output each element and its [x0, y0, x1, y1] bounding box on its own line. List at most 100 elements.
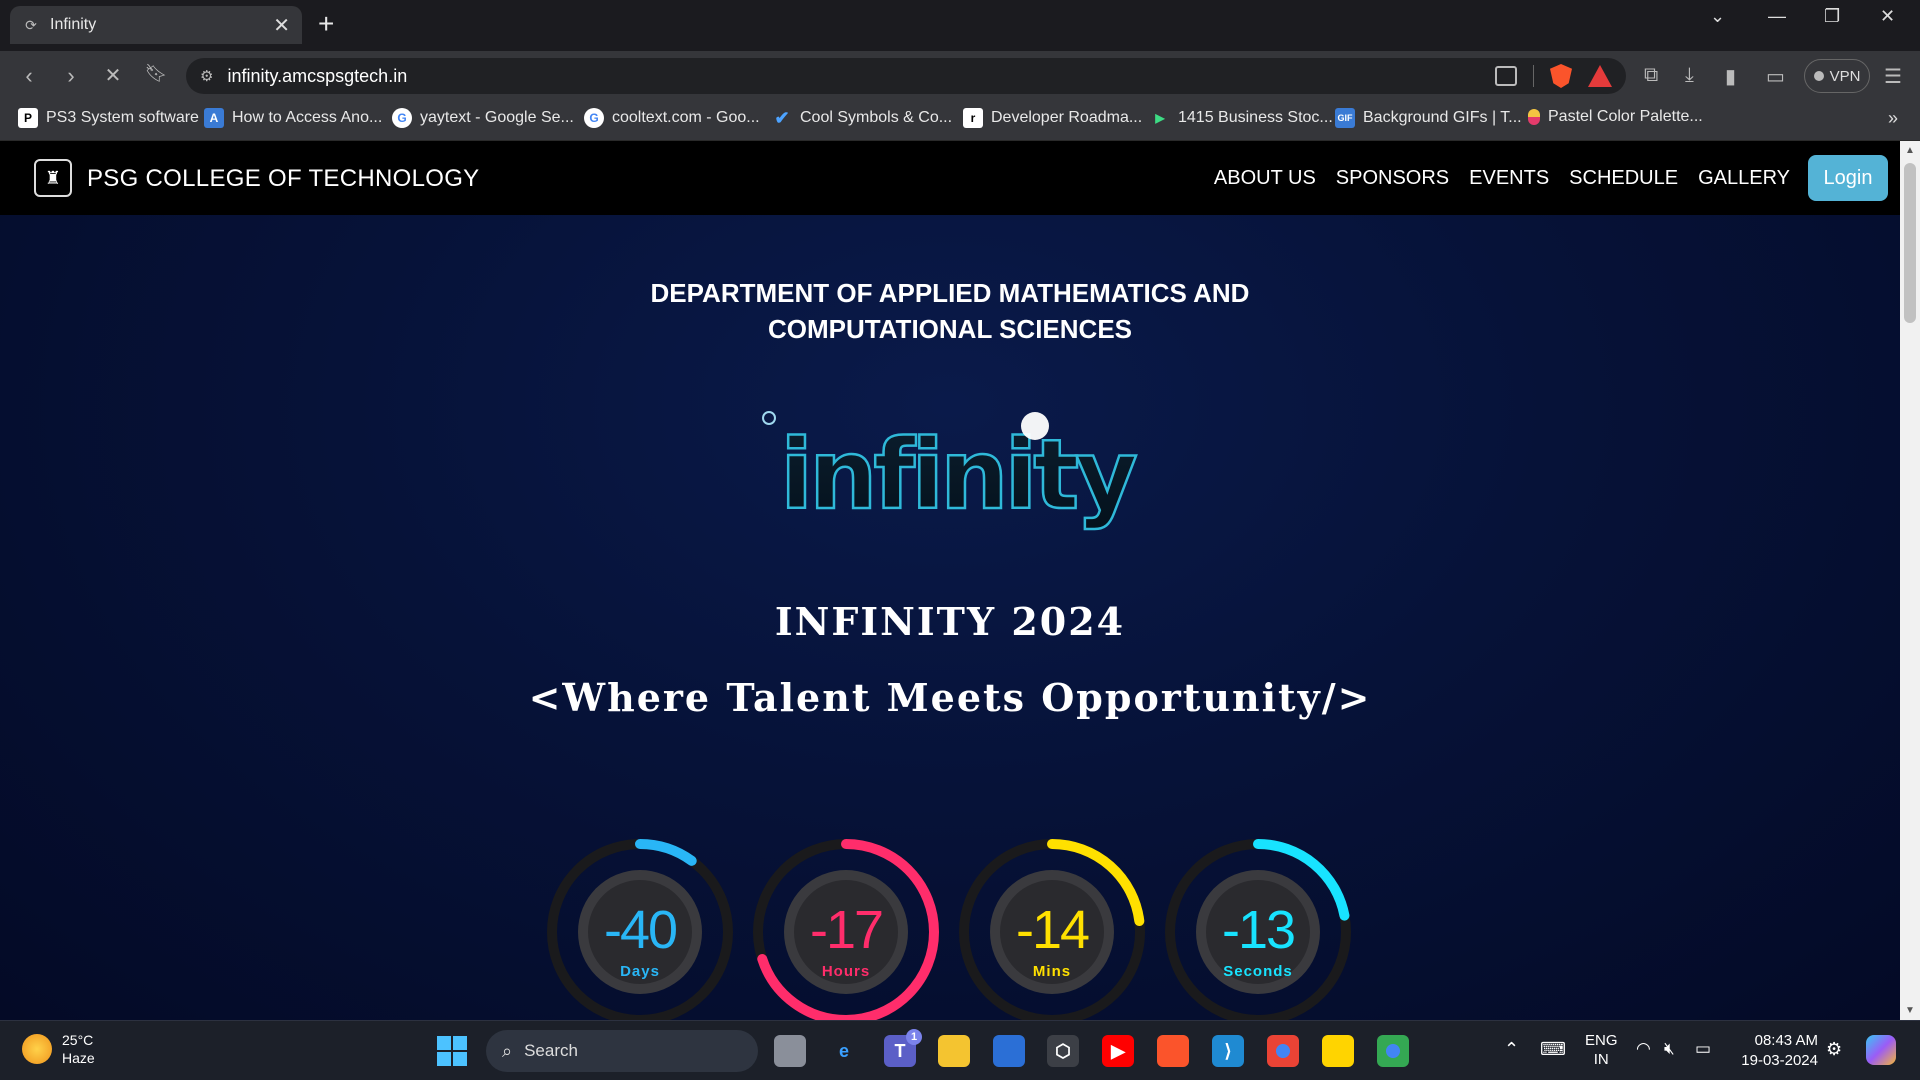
- countdown-unit: Days: [620, 963, 660, 980]
- nav-about-us[interactable]: ABOUT US: [1214, 167, 1316, 190]
- bookmark-item[interactable]: Gyaytext - Google Se...: [392, 108, 574, 128]
- nav-events[interactable]: EVENTS: [1469, 167, 1549, 190]
- taskbar-search[interactable]: ⌕ Search: [486, 1030, 758, 1072]
- sidebar-icon[interactable]: ▮: [1725, 64, 1736, 89]
- college-name[interactable]: PSG COLLEGE OF TECHNOLOGY: [87, 165, 479, 193]
- restore-icon[interactable]: ❐: [1824, 6, 1840, 27]
- chrome-icon[interactable]: [1267, 1035, 1299, 1067]
- edge-icon[interactable]: e: [828, 1035, 860, 1067]
- bookmark-item[interactable]: ▶ 1415 Business Stoc...: [1150, 108, 1332, 128]
- google-icon: G: [392, 108, 412, 128]
- bookmark-item[interactable]: Pastel Color Palette...: [1528, 108, 1703, 126]
- countdown-value: -13: [1221, 900, 1296, 960]
- site-header: ♜ PSG COLLEGE OF TECHNOLOGY ABOUT US SPO…: [0, 141, 1900, 215]
- close-tab-icon[interactable]: ✕: [273, 13, 290, 38]
- language-indicator[interactable]: ENG IN: [1585, 1031, 1618, 1069]
- bookmark-item[interactable]: Gcooltext.com - Goo...: [584, 108, 760, 128]
- bookmark-item[interactable]: ✔ Cool Symbols & Co...: [772, 108, 952, 128]
- event-title: INFINITY 2024: [774, 599, 1126, 644]
- app-icon[interactable]: ⬡: [1047, 1035, 1079, 1067]
- infinity-logo: infinity: [762, 411, 1141, 532]
- site-menu: ABOUT US SPONSORS EVENTS SCHEDULE GALLER…: [1194, 141, 1900, 215]
- check-icon: ✔: [774, 107, 790, 128]
- countdown-days: -40 Days: [545, 837, 735, 1020]
- file-explorer-icon[interactable]: [938, 1035, 970, 1067]
- scroll-down-icon[interactable]: ▼: [1900, 1005, 1920, 1016]
- tab-search-icon[interactable]: ⌄: [1710, 6, 1725, 27]
- playstation-icon: P: [18, 108, 38, 128]
- bookmark-item[interactable]: P PS3 System software: [18, 108, 199, 128]
- bookmark-icon[interactable]: 🔖︎: [143, 63, 169, 84]
- logo-text: infinity: [780, 419, 1136, 531]
- more-bookmarks-icon[interactable]: »: [1888, 108, 1898, 129]
- back-icon[interactable]: ‹: [16, 63, 42, 89]
- microsoft-store-icon[interactable]: [993, 1035, 1025, 1067]
- vpn-button[interactable]: VPN: [1804, 59, 1870, 93]
- countdown-unit: Mins: [1032, 963, 1072, 980]
- sticky-notes-icon[interactable]: [1322, 1035, 1354, 1067]
- nav-schedule[interactable]: SCHEDULE: [1569, 167, 1678, 190]
- nav-gallery[interactable]: GALLERY: [1698, 167, 1790, 190]
- department-line-1: DEPARTMENT OF APPLIED MATHEMATICS AND: [650, 278, 1250, 308]
- nav-sponsors[interactable]: SPONSORS: [1336, 167, 1449, 190]
- brave-shields-icon[interactable]: [1550, 64, 1572, 88]
- brave-browser-icon[interactable]: [1157, 1035, 1189, 1067]
- system-clock[interactable]: 08:43 AM 19-03-2024: [1738, 1031, 1818, 1071]
- temperature: 25°C: [62, 1032, 94, 1048]
- chrome-icon[interactable]: [1377, 1035, 1409, 1067]
- stop-loading-icon[interactable]: ✕: [100, 63, 126, 88]
- show-hidden-icons[interactable]: ⌃: [1504, 1039, 1519, 1060]
- copilot-icon[interactable]: [1866, 1035, 1896, 1065]
- department-line-2: COMPUTATIONAL SCIENCES: [767, 314, 1132, 344]
- download-icon[interactable]: ⤓: [1685, 64, 1694, 87]
- browser-tab[interactable]: ⟳ Infinity ✕: [10, 6, 302, 44]
- brave-rewards-icon[interactable]: [1588, 65, 1612, 87]
- page-scrollbar[interactable]: ▲ ▼: [1900, 141, 1920, 1020]
- countdown-unit: Hours: [821, 963, 871, 980]
- browser-tab-bar: ⟳ Infinity ✕ + ⌄ — ❐ ✕: [0, 0, 1920, 51]
- close-window-icon[interactable]: ✕: [1880, 6, 1895, 27]
- forward-icon[interactable]: ›: [58, 63, 84, 89]
- scrollbar-thumb[interactable]: [1904, 163, 1916, 323]
- teams-icon[interactable]: T1: [884, 1029, 922, 1067]
- address-bar[interactable]: ⚙︎ infinity.amcspsgtech.in: [186, 58, 1626, 94]
- palette-icon: [1528, 109, 1540, 125]
- browser-toolbar: ‹ › ✕ 🔖︎ ⚙︎ infinity.amcspsgtech.in ⧉ ⤓ …: [0, 51, 1920, 100]
- wifi-icon[interactable]: ◠: [1636, 1039, 1651, 1059]
- url-text: infinity.amcspsgtech.in: [227, 65, 408, 86]
- battery-icon[interactable]: ▭: [1695, 1039, 1711, 1059]
- department-heading: DEPARTMENT OF APPLIED MATHEMATICS AND CO…: [0, 275, 1900, 347]
- countdown-value: -17: [809, 900, 884, 960]
- windows-taskbar: 25°C Haze ⌕ Search e T1 ⬡ ▶ ⟩ ⌃ ⌨︎ ENG I…: [0, 1020, 1920, 1080]
- extensions-icon[interactable]: ⧉: [1644, 64, 1658, 87]
- youtube-icon[interactable]: ▶: [1102, 1035, 1134, 1067]
- menu-icon[interactable]: ☰: [1884, 64, 1902, 89]
- login-button[interactable]: Login: [1808, 155, 1888, 201]
- bookmark-item[interactable]: A How to Access Ano...: [204, 108, 382, 128]
- minimize-icon[interactable]: —: [1768, 6, 1786, 27]
- start-button[interactable]: [437, 1036, 467, 1066]
- roadmap-icon: r: [963, 108, 983, 128]
- wallet-icon[interactable]: ▭: [1766, 64, 1785, 89]
- mute-icon[interactable]: 🔇︎: [1664, 1039, 1675, 1059]
- bookmark-item[interactable]: r Developer Roadma...: [963, 108, 1142, 128]
- event-tagline: <Where Talent Meets Opportunity/>: [528, 675, 1372, 720]
- settings-icon[interactable]: ⚙︎: [1826, 1039, 1842, 1060]
- keyboard-icon[interactable]: ⌨︎: [1540, 1039, 1566, 1060]
- countdown-seconds: -13 Seconds: [1163, 837, 1353, 1020]
- share-icon[interactable]: [1495, 66, 1517, 86]
- av-icon: A: [204, 108, 224, 128]
- countdown-value: -14: [1015, 900, 1090, 960]
- site-info-icon[interactable]: ⚙︎: [200, 67, 213, 85]
- countdown-hours: -17 Hours: [751, 837, 941, 1020]
- scroll-up-icon[interactable]: ▲: [1900, 145, 1920, 156]
- weather-widget[interactable]: 25°C Haze: [22, 1031, 95, 1067]
- weather-condition: Haze: [62, 1050, 95, 1066]
- divider: [1533, 65, 1534, 87]
- new-tab-button[interactable]: +: [318, 10, 334, 38]
- task-view-icon[interactable]: [774, 1035, 806, 1067]
- bookmark-item[interactable]: GIF Background GIFs | T...: [1335, 108, 1522, 128]
- vscode-icon[interactable]: ⟩: [1212, 1035, 1244, 1067]
- college-logo[interactable]: ♜: [34, 159, 72, 197]
- weather-haze-icon: [22, 1034, 52, 1064]
